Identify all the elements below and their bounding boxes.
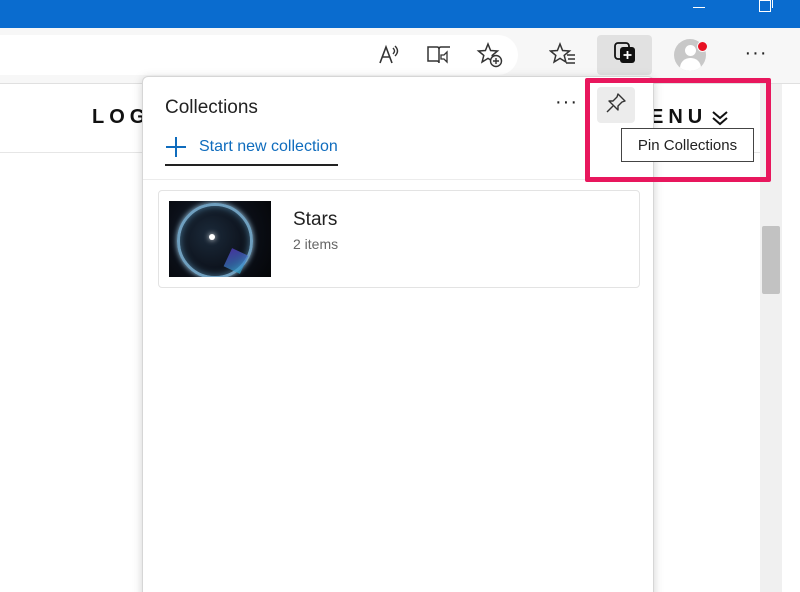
scrollbar-thumb[interactable] — [762, 226, 780, 294]
title-bar — [0, 0, 800, 28]
start-new-collection-label: Start new collection — [199, 138, 338, 155]
restore-button[interactable] — [742, 0, 788, 28]
pin-collections-tooltip: Pin Collections — [621, 128, 754, 162]
collection-title: Stars — [293, 209, 338, 230]
add-favorite-icon[interactable] — [474, 39, 506, 71]
collection-thumbnail — [169, 201, 271, 277]
collection-card-stars[interactable]: Stars 2 items — [158, 190, 640, 288]
immersive-reader-icon[interactable] — [423, 39, 455, 71]
minimize-button[interactable] — [676, 0, 722, 28]
start-new-collection-button[interactable]: Start new collection — [165, 134, 338, 166]
favorites-icon[interactable] — [547, 39, 579, 71]
settings-more-button[interactable]: ··· — [740, 43, 772, 68]
thumbnail-star — [209, 234, 215, 240]
window-edge — [782, 84, 800, 592]
panel-more-button[interactable]: ··· — [555, 91, 578, 114]
browser-window: ··· LOG ENU Collections ··· Start new co… — [0, 0, 800, 592]
read-aloud-icon[interactable] — [373, 39, 405, 71]
plus-icon — [165, 136, 187, 158]
collections-button[interactable] — [597, 35, 652, 75]
profile-icon — [685, 45, 696, 56]
notification-dot — [697, 41, 708, 52]
collections-panel: Collections ··· Start new collection Sta… — [142, 76, 654, 592]
collections-icon — [612, 40, 638, 71]
restore-icon — [759, 0, 773, 12]
panel-title: Collections — [165, 97, 258, 118]
collection-item-count: 2 items — [293, 236, 339, 252]
profile-icon-body — [680, 58, 701, 71]
minimize-icon — [693, 6, 705, 8]
divider — [143, 179, 653, 180]
